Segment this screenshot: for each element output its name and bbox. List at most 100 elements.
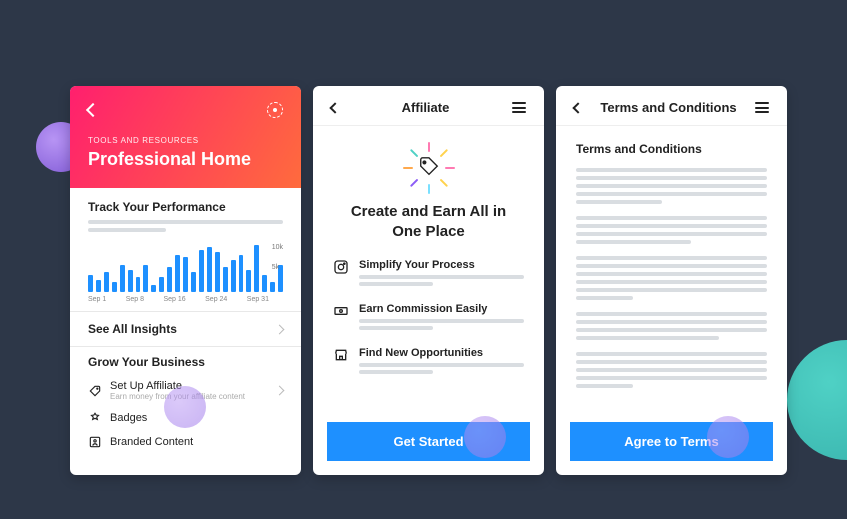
highlight-indicator [707,416,749,458]
chart-bar [88,275,93,293]
heart-badge-icon [88,411,102,425]
skeleton-line [576,384,633,388]
chart-bar [151,285,156,293]
terms-header-title: Terms and Conditions [600,100,736,115]
storefront-icon [333,347,349,363]
skeleton-line [576,272,767,276]
performance-bar-chart: 10k 5k [88,242,283,292]
skeleton-line [576,336,719,340]
terms-body-text [576,168,767,388]
affiliate-header: Affiliate [313,86,544,126]
chart-bar [207,247,212,292]
skeleton-line [576,376,767,380]
highlight-indicator [464,416,506,458]
feature-opportunities-label: Find New Opportunities [359,347,524,359]
card1-header: TOOLS AND RESOURCES Professional Home [70,86,301,188]
chart-bar [128,270,133,293]
branded-label: Branded Content [110,436,193,448]
menu-icon[interactable] [512,102,526,113]
skeleton-line [576,288,767,292]
skeleton-line [88,228,166,232]
settings-icon[interactable] [267,102,283,118]
skeleton-line [576,184,767,188]
skeleton-line [359,282,433,286]
get-started-button[interactable]: Get Started [327,422,530,461]
terms-header: Terms and Conditions [556,86,787,126]
camera-icon [333,259,349,275]
skeleton-line [576,280,767,284]
chart-bar [167,267,172,292]
back-icon[interactable] [86,103,100,117]
chart-bar [199,250,204,293]
price-tag-icon [418,156,440,178]
skeleton-line [576,312,767,316]
chevron-right-icon [275,324,285,334]
see-all-insights-link[interactable]: See All Insights [88,320,283,338]
feature-opportunities: Find New Opportunities [333,347,524,377]
ray-decoration [439,179,447,187]
skeleton-line [576,320,767,324]
ray-decoration [409,149,417,157]
skeleton-line [576,224,767,228]
money-icon [333,303,349,319]
chart-x-axis: Sep 1 Sep 8 Sep 16 Sep 24 Sep 31 [88,296,283,303]
skeleton-line [576,328,767,332]
ray-decoration [445,167,455,169]
chart-bar [143,265,148,293]
feature-simplify: Simplify Your Process [333,259,524,289]
chart-bar [223,267,228,292]
header-eyebrow: TOOLS AND RESOURCES [88,136,283,145]
divider [70,311,301,312]
skeleton-line [576,296,633,300]
chart-bar [104,272,109,292]
feature-simplify-label: Simplify Your Process [359,259,524,271]
ray-decoration [439,149,447,157]
feature-commission-label: Earn Commission Easily [359,303,524,315]
header-title: Professional Home [88,149,283,170]
chart-bar [191,272,196,292]
chart-bar [175,255,180,293]
chart-bar [246,270,251,293]
chart-bar [136,277,141,292]
back-icon[interactable] [572,102,583,113]
skeleton-line [576,216,767,220]
skeleton-line [576,176,767,180]
skeleton-line [576,200,662,204]
terms-content-heading: Terms and Conditions [576,142,767,156]
professional-home-card: TOOLS AND RESOURCES Professional Home Tr… [70,86,301,475]
track-heading: Track Your Performance [88,200,283,214]
skeleton-line [359,363,524,367]
highlight-indicator [164,386,206,428]
skeleton-line [359,370,433,374]
skeleton-line [359,275,524,279]
branded-content-link[interactable]: Branded Content [88,430,283,454]
skeleton-line [576,352,767,356]
skeleton-line [576,240,691,244]
affiliate-headline: Create and Earn All in One Place [333,202,524,241]
chart-bar [215,252,220,292]
terms-card: Terms and Conditions Terms and Condition… [556,86,787,475]
feature-commission: Earn Commission Easily [333,303,524,333]
grow-heading: Grow Your Business [88,355,283,369]
back-icon[interactable] [329,102,340,113]
chart-bar [96,280,101,293]
skeleton-line [576,368,767,372]
skeleton-line [576,264,767,268]
menu-icon[interactable] [755,102,769,113]
skeleton-line [576,360,767,364]
chart-bar [262,275,267,293]
chart-bar [183,257,188,292]
skeleton-line [576,232,767,236]
chart-bar [120,265,125,293]
agree-to-terms-button[interactable]: Agree to Terms [570,422,773,461]
skeleton-line [576,192,767,196]
ray-decoration [428,184,430,194]
decorative-circle-teal [787,340,847,460]
chart-bar [231,260,236,293]
chart-y-axis: 10k 5k [272,238,283,278]
chart-bar [239,255,244,293]
chevron-right-icon [275,386,285,396]
skeleton-line [359,326,433,330]
divider [70,346,301,347]
person-tag-icon [88,435,102,449]
